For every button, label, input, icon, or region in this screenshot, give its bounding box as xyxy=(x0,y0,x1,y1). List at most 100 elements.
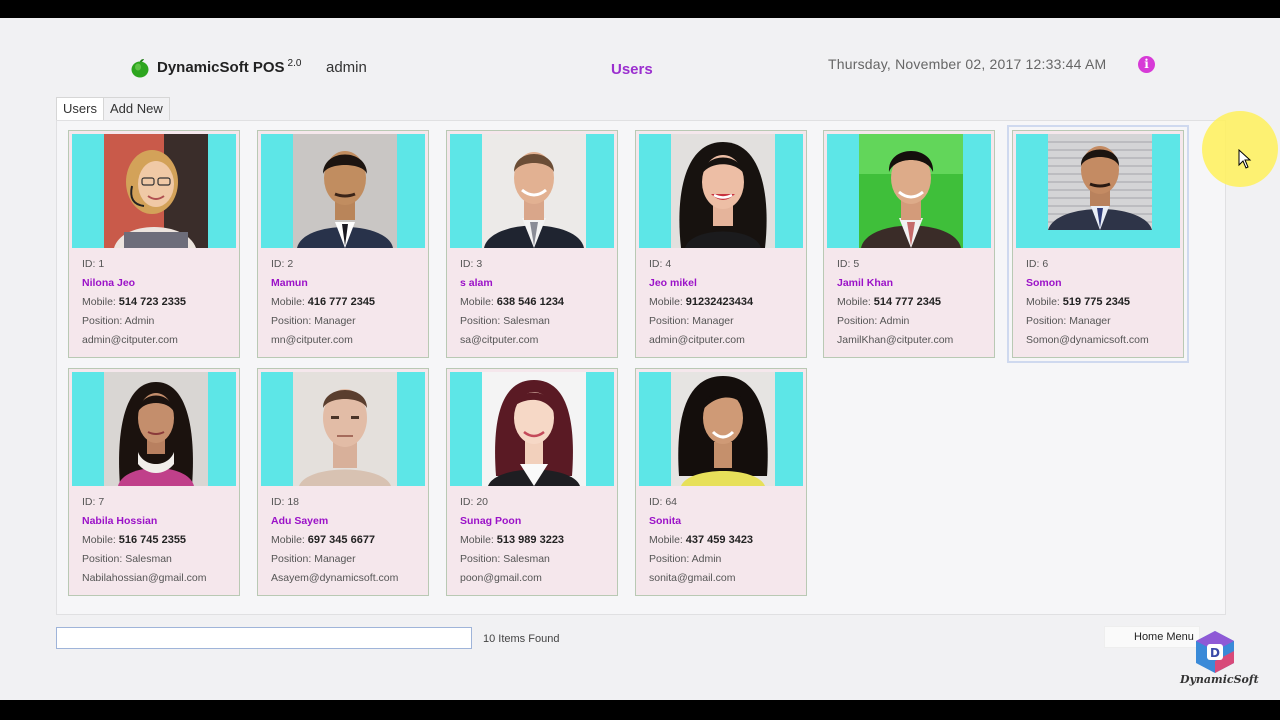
items-found-count: 10 Items Found xyxy=(483,633,560,645)
position-label: Position: xyxy=(837,315,880,327)
user-position: Position: Salesman xyxy=(460,312,613,331)
user-mobile: Mobile: 514 723 2335 xyxy=(82,293,235,312)
user-id: ID: 1 xyxy=(82,255,235,274)
user-card[interactable]: ID: 18 Adu Sayem Mobile: 697 345 6677 Po… xyxy=(257,368,429,596)
user-email: admin@citputer.com xyxy=(649,334,745,346)
user-id: ID: 5 xyxy=(837,255,990,274)
user-info: ID: 7 Nabila Hossian Mobile: 516 745 235… xyxy=(82,493,235,588)
position-value: Admin xyxy=(124,315,155,327)
position-label: Position: xyxy=(460,553,504,565)
svg-text:D: D xyxy=(1210,646,1220,660)
position-value: Salesman xyxy=(125,553,172,565)
user-photo-frame xyxy=(450,372,614,486)
user-email: JamilKhan@citputer.com xyxy=(837,334,954,346)
position-label: Position: xyxy=(1026,315,1070,327)
user-position: Position: Manager xyxy=(1026,312,1179,331)
mobile-value: 91232423434 xyxy=(685,296,754,308)
id-value: 4 xyxy=(665,258,672,270)
user-card[interactable]: ID: 64 Sonita Mobile: 437 459 3423 Posit… xyxy=(635,368,807,596)
user-photo-frame xyxy=(72,134,236,248)
id-value: 5 xyxy=(853,258,860,270)
user-photo xyxy=(104,134,208,248)
users-grid: ID: 1 Nilona Jeo Mobile: 514 723 2335 Po… xyxy=(56,120,1226,615)
mobile-label: Mobile: xyxy=(82,296,119,308)
id-label: ID: xyxy=(82,496,99,508)
user-photo-frame xyxy=(639,134,803,248)
user-position: Position: Manager xyxy=(649,312,802,331)
id-label: ID: xyxy=(271,258,288,270)
user-name: Mamun xyxy=(271,277,308,289)
user-email: Nabilahossian@gmail.com xyxy=(82,572,207,584)
user-photo xyxy=(859,134,963,248)
mobile-value: 514 777 2345 xyxy=(873,296,942,308)
position-label: Position: xyxy=(271,315,315,327)
user-info: ID: 2 Mamun Mobile: 416 777 2345 Positio… xyxy=(271,255,424,350)
user-mobile: Mobile: 519 775 2345 xyxy=(1026,293,1179,312)
user-email: sa@citputer.com xyxy=(460,334,539,346)
mobile-label: Mobile: xyxy=(649,296,686,308)
user-card[interactable]: ID: 6 Somon Mobile: 519 775 2345 Positio… xyxy=(1007,125,1189,363)
user-photo xyxy=(671,372,775,486)
user-name: Sonita xyxy=(649,515,682,527)
user-card[interactable]: ID: 7 Nabila Hossian Mobile: 516 745 235… xyxy=(68,368,240,596)
user-photo xyxy=(482,372,586,486)
search-input[interactable] xyxy=(56,627,472,649)
mobile-label: Mobile: xyxy=(837,296,874,308)
mobile-value: 519 775 2345 xyxy=(1062,296,1131,308)
user-email: admin@citputer.com xyxy=(82,334,178,346)
user-card[interactable]: ID: 2 Mamun Mobile: 416 777 2345 Positio… xyxy=(257,130,429,358)
user-email: mn@citputer.com xyxy=(271,334,353,346)
user-info: ID: 5 Jamil Khan Mobile: 514 777 2345 Po… xyxy=(837,255,990,350)
user-mobile: Mobile: 516 745 2355 xyxy=(82,531,235,550)
position-value: Manager xyxy=(314,553,356,565)
tab-users[interactable]: Users xyxy=(56,97,104,121)
user-card[interactable]: ID: 5 Jamil Khan Mobile: 514 777 2345 Po… xyxy=(823,130,995,358)
user-position: Position: Manager xyxy=(271,550,424,569)
position-label: Position: xyxy=(82,553,126,565)
user-card[interactable]: ID: 3 s alam Mobile: 638 546 1234 Positi… xyxy=(446,130,618,358)
page-title: Users xyxy=(611,61,653,78)
id-value: 2 xyxy=(287,258,294,270)
info-icon[interactable]: i xyxy=(1138,56,1155,73)
tab-add-new[interactable]: Add New xyxy=(102,97,170,121)
mobile-label: Mobile: xyxy=(1026,296,1063,308)
position-label: Position: xyxy=(460,315,504,327)
user-card[interactable]: ID: 1 Nilona Jeo Mobile: 514 723 2335 Po… xyxy=(68,130,240,358)
tab-strip: Users Add New xyxy=(56,97,170,121)
position-value: Admin xyxy=(879,315,910,327)
id-label: ID: xyxy=(1026,258,1043,270)
user-id: ID: 2 xyxy=(271,255,424,274)
user-photo-frame xyxy=(1016,134,1180,248)
mobile-value: 437 459 3423 xyxy=(685,534,754,546)
mobile-value: 513 989 3223 xyxy=(496,534,565,546)
user-card[interactable]: ID: 4 Jeo mikel Mobile: 91232423434 Posi… xyxy=(635,130,807,358)
user-name: Sunag Poon xyxy=(460,515,522,527)
current-user: admin xyxy=(326,59,367,76)
user-info: ID: 20 Sunag Poon Mobile: 513 989 3223 P… xyxy=(460,493,613,588)
position-value: Manager xyxy=(1069,315,1111,327)
id-value: 6 xyxy=(1042,258,1049,270)
id-label: ID: xyxy=(837,258,854,270)
user-photo xyxy=(671,134,775,248)
user-position: Position: Salesman xyxy=(460,550,613,569)
mobile-label: Mobile: xyxy=(649,534,686,546)
user-photo xyxy=(1048,134,1152,248)
user-photo-frame xyxy=(639,372,803,486)
id-label: ID: xyxy=(460,258,477,270)
user-photo xyxy=(293,372,397,486)
user-card[interactable]: ID: 20 Sunag Poon Mobile: 513 989 3223 P… xyxy=(446,368,618,596)
user-mobile: Mobile: 697 345 6677 xyxy=(271,531,424,550)
app-name: DynamicSoft POS xyxy=(157,59,285,76)
user-position: Position: Manager xyxy=(271,312,424,331)
user-photo-frame xyxy=(261,372,425,486)
app-title: DynamicSoft POS 2.0 xyxy=(157,58,301,76)
user-info: ID: 64 Sonita Mobile: 437 459 3423 Posit… xyxy=(649,493,802,588)
mobile-label: Mobile: xyxy=(460,534,497,546)
mobile-label: Mobile: xyxy=(82,534,119,546)
user-id: ID: 6 xyxy=(1026,255,1179,274)
id-value: 3 xyxy=(476,258,483,270)
user-info: ID: 18 Adu Sayem Mobile: 697 345 6677 Po… xyxy=(271,493,424,588)
user-photo-frame xyxy=(450,134,614,248)
user-mobile: Mobile: 513 989 3223 xyxy=(460,531,613,550)
user-id: ID: 64 xyxy=(649,493,802,512)
